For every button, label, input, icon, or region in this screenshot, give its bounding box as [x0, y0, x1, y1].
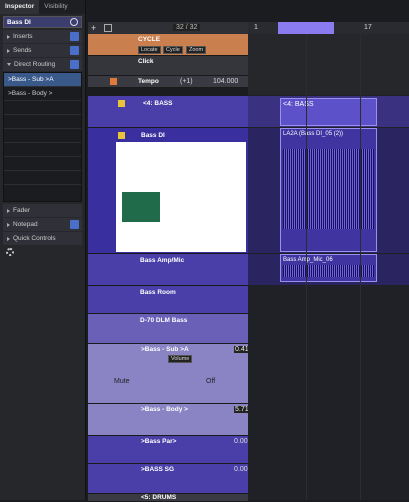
cycle-range[interactable]	[278, 22, 334, 34]
routing-slot[interactable]	[4, 115, 81, 129]
expand-icon	[7, 34, 10, 39]
routing-toggle-icon[interactable]	[70, 60, 79, 69]
track-name-label: Bass DI	[7, 18, 31, 26]
section-inserts[interactable]: Inserts	[3, 30, 82, 43]
track-name: >Bass Par>	[141, 438, 177, 445]
section-label: Quick Controls	[13, 235, 56, 242]
lane-empty[interactable]	[248, 286, 409, 500]
section-label: Notepad	[13, 221, 38, 228]
clip-bass-folder[interactable]: <4: BASS	[280, 98, 377, 126]
clip-label: Bass Amp_Mic_06	[283, 257, 333, 263]
track-bass-room[interactable]: Bass Room	[88, 286, 248, 314]
routing-slot[interactable]: >Bass - Body >	[4, 87, 81, 101]
mute-label: Mute	[114, 378, 130, 385]
routing-slot[interactable]	[4, 171, 81, 185]
volume-value[interactable]: 0.00	[234, 438, 248, 445]
lane-bass-di[interactable]: LA2A (Bass DI_05 (2))	[248, 128, 409, 254]
add-track-icon[interactable]: +	[91, 23, 96, 33]
lane-bass-folder[interactable]: <4: BASS	[248, 96, 409, 128]
track-cycle[interactable]: CYCLE Locate Cycle Zoom	[88, 34, 248, 56]
collapse-icon	[7, 63, 11, 66]
track-name: Click	[138, 58, 154, 65]
tab-visibility[interactable]: Visibility	[39, 0, 72, 14]
track-bass-body[interactable]: >Bass - Body > 5.71	[88, 404, 250, 436]
track-bass-di[interactable]: Bass DI	[88, 128, 248, 254]
section-label: Fader	[13, 207, 30, 214]
notepad-toggle-icon[interactable]	[70, 220, 79, 229]
cycle-button[interactable]: Cycle	[163, 46, 183, 54]
tab-inspector[interactable]: Inspector	[0, 0, 40, 14]
routing-slot[interactable]: >Bass - Sub >A	[4, 73, 81, 87]
mute-button[interactable]	[110, 78, 117, 85]
expand-icon	[7, 208, 10, 213]
zoom-button[interactable]: Zoom	[186, 46, 207, 54]
volume-value[interactable]: 0.00	[234, 466, 248, 473]
track-name: Bass Amp/Mic	[140, 257, 185, 264]
ruler-bar-1: 1	[254, 24, 258, 31]
track-bass-folder[interactable]: <4: BASS	[88, 96, 248, 128]
ruler-bar-17: 17	[364, 24, 372, 31]
routing-slot[interactable]	[4, 143, 81, 157]
expand-icon	[7, 48, 10, 53]
locate-button[interactable]: Locate	[138, 46, 161, 54]
track-name: D-70 DLM Bass	[140, 317, 188, 324]
sends-toggle-icon[interactable]	[70, 46, 79, 55]
track-drums-folder[interactable]: <5: DRUMS	[88, 494, 248, 502]
inserts-toggle-icon[interactable]	[70, 32, 79, 41]
track-image	[116, 142, 246, 252]
lane-top[interactable]	[248, 34, 409, 96]
track-name: CYCLE	[138, 36, 161, 43]
clip-bass-di[interactable]: LA2A (Bass DI_05 (2))	[280, 128, 377, 252]
di-box-image	[122, 192, 160, 222]
mute-value[interactable]: Off	[206, 378, 215, 385]
track-tempo[interactable]: Tempo (+1) 104.000	[88, 76, 248, 88]
track-name: >Bass - Body >	[141, 406, 188, 413]
track-bass-par[interactable]: >Bass Par> 0.00	[88, 436, 248, 464]
section-label: Inserts	[13, 33, 33, 40]
clip-bass-amp[interactable]: Bass Amp_Mic_06	[280, 254, 377, 282]
section-fader[interactable]: Fader	[3, 204, 82, 217]
grid-line	[360, 34, 361, 500]
grid-line	[306, 34, 307, 500]
tempo-value[interactable]: 104.000	[213, 78, 238, 85]
tempo-mode: (+1)	[180, 78, 193, 85]
section-sends[interactable]: Sends	[3, 44, 82, 57]
filter-icon[interactable]	[104, 24, 112, 32]
expand-icon	[7, 236, 10, 241]
track-name: Bass DI	[141, 132, 165, 139]
automation-param[interactable]: Volume	[168, 355, 193, 363]
track-d70[interactable]: D-70 DLM Bass	[88, 314, 248, 344]
expand-icon	[7, 222, 10, 227]
track-bass-amp[interactable]: Bass Amp/Mic	[88, 254, 248, 286]
routing-slot[interactable]	[4, 157, 81, 171]
edit-icon[interactable]	[70, 18, 78, 26]
track-name: Bass Room	[140, 289, 176, 296]
inspector-panel: Inspector Visibility Bass DI Inserts Sen…	[0, 0, 86, 500]
record-button[interactable]	[118, 132, 125, 139]
gear-icon[interactable]	[6, 248, 14, 256]
routing-slot[interactable]	[4, 101, 81, 115]
clip-label: <4: BASS	[283, 101, 314, 108]
track-click[interactable]: Click	[88, 56, 248, 76]
track-toolbar: + 32 / 32	[88, 22, 248, 34]
track-bass-sg[interactable]: >BASS SG 0.00	[88, 464, 248, 494]
track-name: >Bass - Sub >A	[141, 346, 189, 353]
section-label: Direct Routing	[14, 61, 56, 68]
track-name: >BASS SG	[141, 466, 175, 473]
track-counter: 32 / 32	[173, 24, 201, 31]
section-direct-routing[interactable]: Direct Routing	[3, 58, 82, 71]
folder-button[interactable]	[118, 100, 125, 107]
clip-label: LA2A (Bass DI_05 (2))	[283, 131, 344, 137]
inspector-track-name[interactable]: Bass DI	[3, 16, 82, 28]
direct-routing-list: >Bass - Sub >A >Bass - Body >	[3, 72, 82, 202]
track-name: Tempo	[138, 78, 159, 85]
track-name: <4: BASS	[143, 100, 173, 107]
section-label: Sends	[13, 47, 32, 54]
routing-slot[interactable]	[4, 129, 81, 143]
track-bass-sub[interactable]: >Bass - Sub >A Volume 0.41 Mute Off	[88, 344, 250, 404]
section-quick-controls[interactable]: Quick Controls	[3, 232, 82, 245]
lane-bass-amp[interactable]: Bass Amp_Mic_06	[248, 254, 409, 286]
section-notepad[interactable]: Notepad	[3, 218, 82, 231]
